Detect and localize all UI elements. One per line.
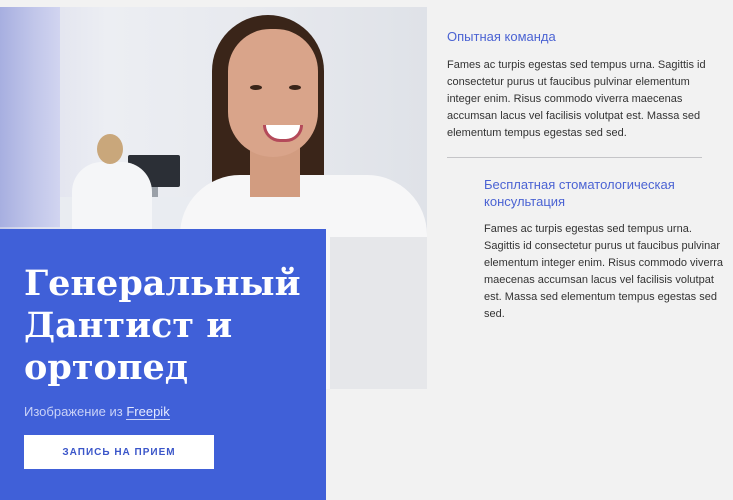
top-strip	[0, 0, 733, 7]
photo-eye-right	[289, 85, 301, 90]
feature-title-experienced-team: Опытная команда	[447, 29, 556, 44]
feature-text-free-consultation: Fames ac turpis egestas sed tempus urna.…	[484, 223, 724, 320]
feature-text-experienced-team: Fames ac turpis egestas sed tempus urna.…	[447, 59, 706, 139]
hero-title: Генеральный Дантист и ортопед	[24, 263, 314, 389]
image-credit-prefix: Изображение из	[24, 404, 127, 419]
hero-title-line-3: ортопед	[24, 347, 189, 388]
image-credit: Изображение из Freepik	[24, 404, 170, 420]
book-appointment-button[interactable]: ЗАПИСЬ НА ПРИЕМ	[24, 435, 214, 469]
hero-title-line-2: Дантист и	[24, 305, 233, 346]
hero-panel: Генеральный Дантист и ортопед Изображени…	[0, 229, 326, 500]
hero-title-line-1: Генеральный	[24, 263, 301, 304]
photo-background-person-head	[97, 134, 123, 164]
photo-background-person-body	[72, 162, 152, 232]
feature-title-free-consultation: Бесплатная стоматологическая консультаци…	[484, 177, 675, 209]
photo-shirt-shade	[330, 237, 427, 389]
freepik-link[interactable]: Freepik	[126, 404, 170, 420]
photo-wall-band	[0, 7, 60, 227]
feature-divider	[447, 157, 702, 158]
photo-eye-left	[250, 85, 262, 90]
